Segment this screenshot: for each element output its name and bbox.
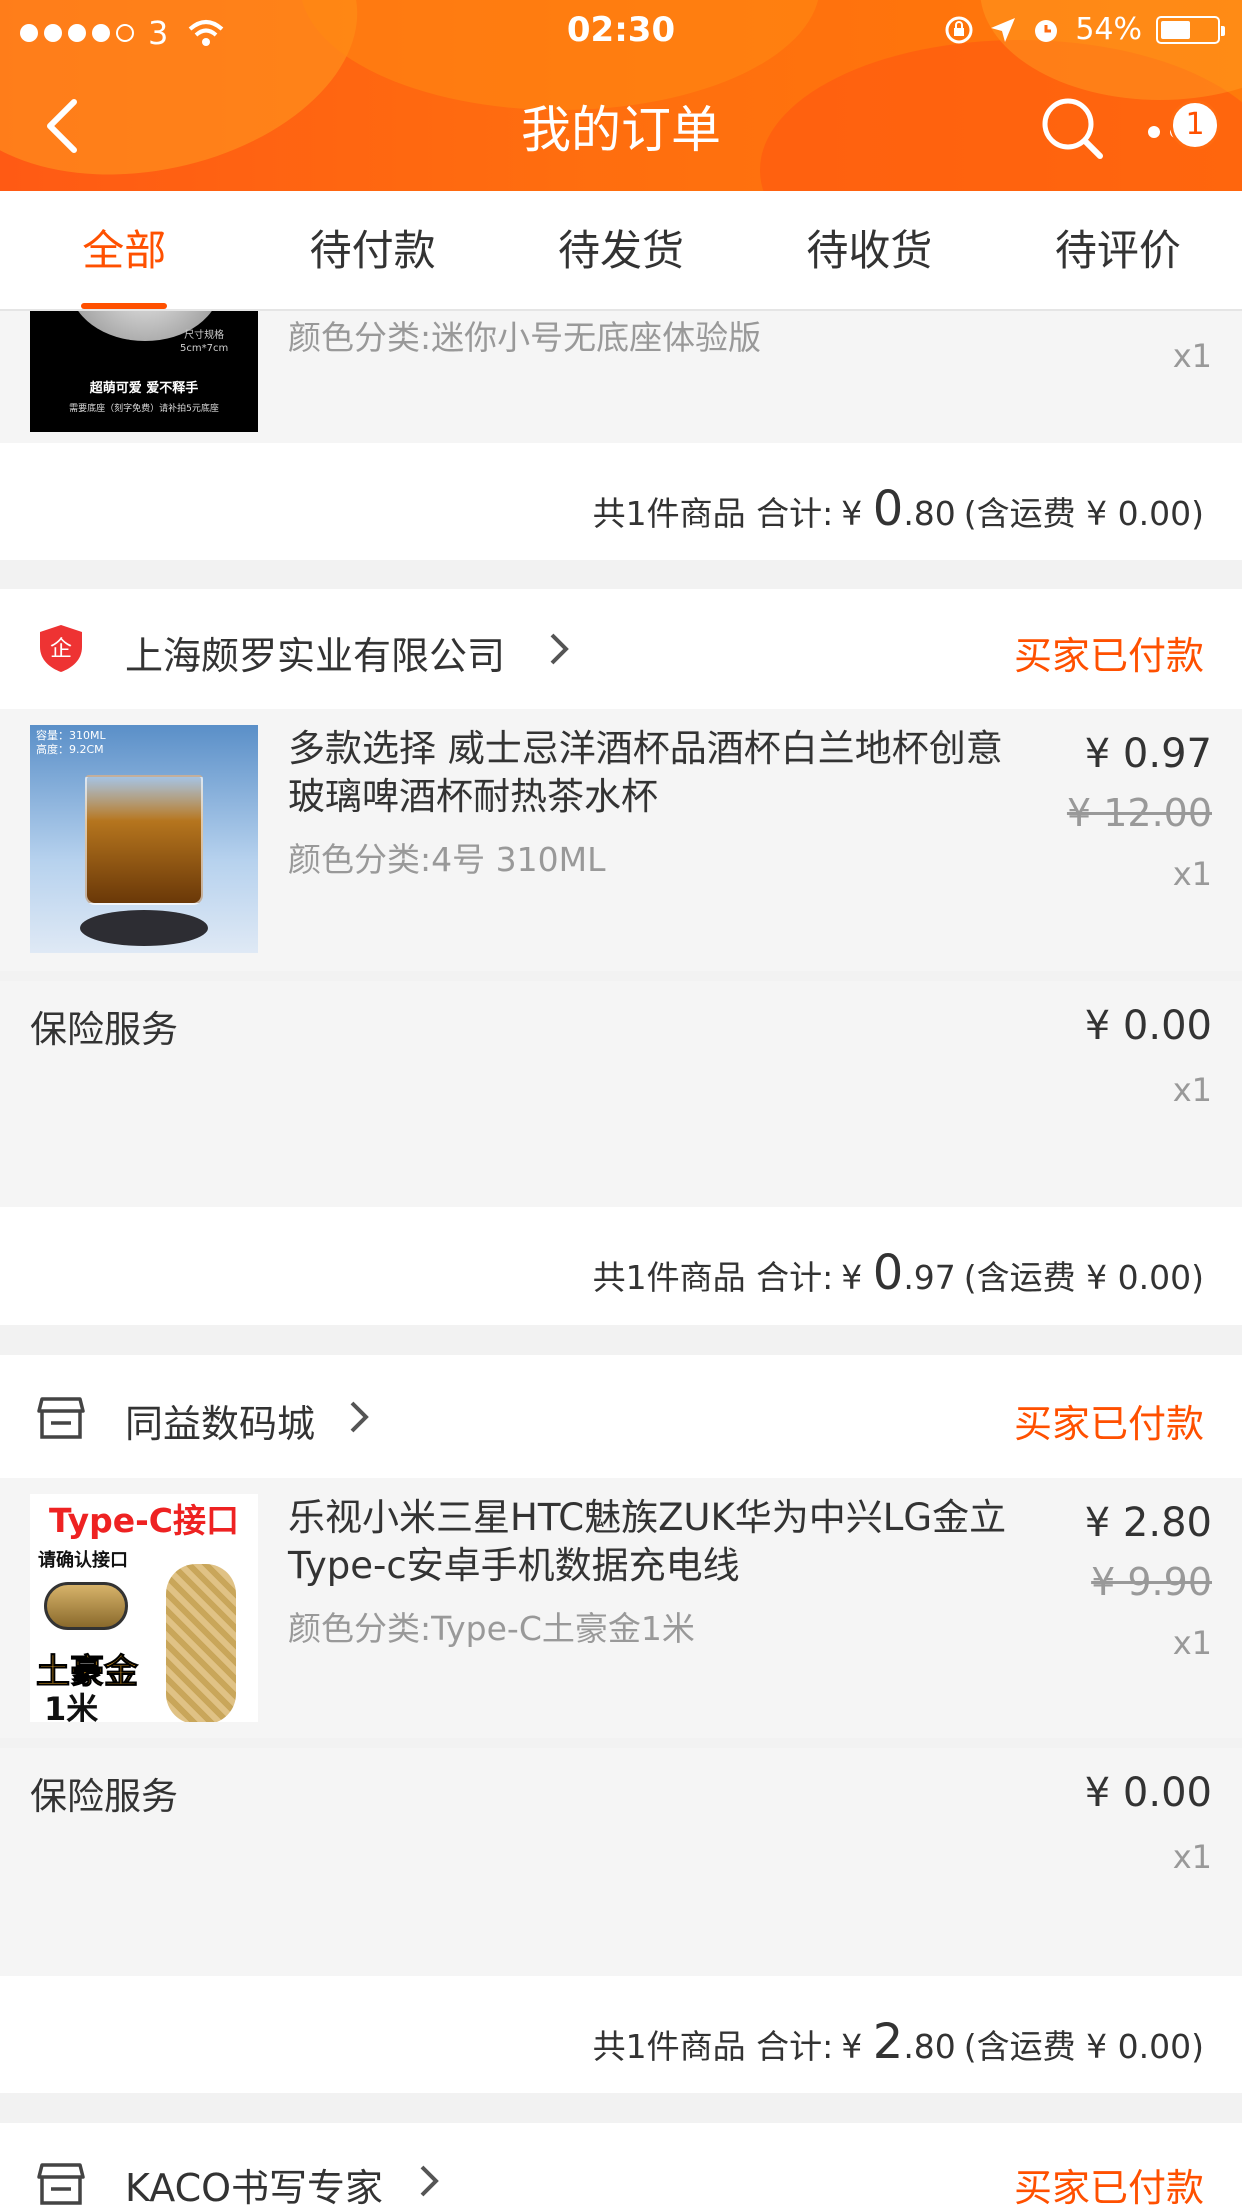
- total-decimal: .97: [903, 1258, 956, 1297]
- chevron-right-icon: [550, 633, 569, 665]
- shop-header[interactable]: KACO书写专家 买家已付款: [0, 2123, 1242, 2208]
- shop-header[interactable]: 同益数码城 买家已付款: [0, 1355, 1242, 1478]
- insurance-service-row: 保险服务 ¥ 0.00 x1: [0, 1748, 1242, 1976]
- total-decimal: .80: [903, 494, 956, 533]
- quantity: x1: [1172, 1624, 1212, 1662]
- order-status: 买家已付款: [1013, 1402, 1204, 1446]
- total-integer: 0: [872, 481, 904, 537]
- tab-all[interactable]: 全部: [0, 191, 248, 309]
- store-icon: [37, 1397, 85, 1439]
- order-tabs: 全部 待付款 待发货 待收货 待评价: [0, 191, 1242, 311]
- service-price: ¥ 0.00: [1084, 1003, 1212, 1049]
- product-price: ¥ 0.97: [1084, 731, 1212, 777]
- svg-text:企: 企: [50, 637, 72, 662]
- quantity: x1: [1172, 337, 1212, 375]
- order-status: 买家已付款: [1013, 2166, 1204, 2208]
- product-spec: 颜色分类:Type-C土豪金1米: [288, 1609, 695, 1648]
- tab-pending-payment[interactable]: 待付款: [248, 191, 496, 309]
- item-count: 共1件商品 合计:: [592, 2027, 834, 2066]
- tab-pending-review[interactable]: 待评价: [994, 191, 1242, 309]
- original-price: ¥ 9.90: [1091, 1560, 1212, 1604]
- quantity: x1: [1172, 1071, 1212, 1109]
- battery-icon: [1156, 15, 1225, 44]
- shop-name[interactable]: 同益数码城: [125, 1393, 315, 1448]
- order-summary: 共1件商品 合计: ¥ 2.80 (含运费 ¥ 0.00): [0, 1976, 1242, 2093]
- store-icon: [37, 2163, 85, 2205]
- service-label: 保险服务: [30, 1775, 178, 1818]
- enterprise-shield-icon: 企: [40, 625, 82, 672]
- alarm-icon: [1035, 19, 1058, 42]
- shop-name[interactable]: KACO书写专家: [125, 2157, 383, 2208]
- navigation-bar: 我的订单 1: [0, 60, 1242, 191]
- tab-pending-shipment[interactable]: 待发货: [497, 191, 745, 309]
- header: 3 02:30 54% 我的订单 1: [0, 0, 1242, 191]
- shipping-fee: (含运费 ¥ 0.00): [963, 494, 1204, 533]
- chevron-right-icon: [350, 1401, 369, 1433]
- total-integer: 2: [872, 2014, 904, 2070]
- shop-name[interactable]: 上海颇罗实业有限公司: [125, 625, 505, 680]
- product-title[interactable]: 多款选择 威士忌洋酒杯品酒杯白兰地杯创意玻璃啤酒杯耐热茶水杯: [288, 725, 1008, 821]
- order-item-row[interactable]: Type-C接口 请确认接口 土豪金 1米 乐视小米三星HTC魅族ZUK华为中兴…: [0, 1478, 1242, 1738]
- item-count: 共1件商品 合计:: [592, 1258, 834, 1297]
- product-thumbnail[interactable]: Type-C接口 请确认接口 土豪金 1米: [30, 1494, 258, 1722]
- service-price: ¥ 0.00: [1084, 1770, 1212, 1816]
- shop-header[interactable]: 企 上海颇罗实业有限公司 买家已付款: [0, 589, 1242, 709]
- order-item-row[interactable]: 容量：310ML 高度：9.2CM 多款选择 威士忌洋酒杯品酒杯白兰地杯创意玻璃…: [0, 709, 1242, 971]
- notification-badge: 1: [1170, 100, 1220, 150]
- shipping-fee: (含运费 ¥ 0.00): [963, 2027, 1204, 2066]
- order-summary: 共1件商品 合计: ¥ 0.97 (含运费 ¥ 0.00): [0, 1207, 1242, 1325]
- quantity: x1: [1172, 1838, 1212, 1876]
- location-icon: [991, 17, 1016, 42]
- order-item-row[interactable]: 尺寸规格 5cm*7cm 超萌可爱 爱不释手 需要底座（刻字免费）请补拍5元底座…: [0, 311, 1242, 443]
- product-spec: 颜色分类:迷你小号无底座体验版: [288, 318, 762, 357]
- shipping-fee: (含运费 ¥ 0.00): [963, 1258, 1204, 1297]
- search-icon[interactable]: [1040, 96, 1106, 162]
- rotation-lock-icon: [945, 16, 973, 43]
- product-spec: 颜色分类:4号 310ML: [288, 840, 606, 879]
- chevron-right-icon: [420, 2165, 439, 2197]
- battery-percent: 54%: [1075, 12, 1142, 47]
- original-price: ¥ 12.00: [1066, 791, 1212, 835]
- product-title[interactable]: 乐视小米三星HTC魅族ZUK华为中兴LG金立Type-c安卓手机数据充电线: [288, 1494, 1008, 1590]
- product-thumbnail[interactable]: 尺寸规格 5cm*7cm 超萌可爱 爱不释手 需要底座（刻字免费）请补拍5元底座: [30, 311, 258, 432]
- insurance-service-row: 保险服务 ¥ 0.00 x1: [0, 981, 1242, 1207]
- product-thumbnail[interactable]: 容量：310ML 高度：9.2CM: [30, 725, 258, 953]
- product-price: ¥ 2.80: [1084, 1500, 1212, 1546]
- tab-pending-receipt[interactable]: 待收货: [745, 191, 993, 309]
- status-bar: 3 02:30 54%: [0, 0, 1242, 60]
- item-count: 共1件商品 合计:: [592, 494, 834, 533]
- total-decimal: .80: [903, 2027, 956, 2066]
- service-label: 保险服务: [30, 1008, 178, 1051]
- total-integer: 0: [872, 1245, 904, 1301]
- quantity: x1: [1172, 855, 1212, 893]
- order-list: 尺寸规格 5cm*7cm 超萌可爱 爱不释手 需要底座（刻字免费）请补拍5元底座…: [0, 311, 1242, 2208]
- order-status: 买家已付款: [1013, 634, 1204, 678]
- order-summary: 共1件商品 合计: ¥ 0.80 (含运费 ¥ 0.00): [0, 443, 1242, 560]
